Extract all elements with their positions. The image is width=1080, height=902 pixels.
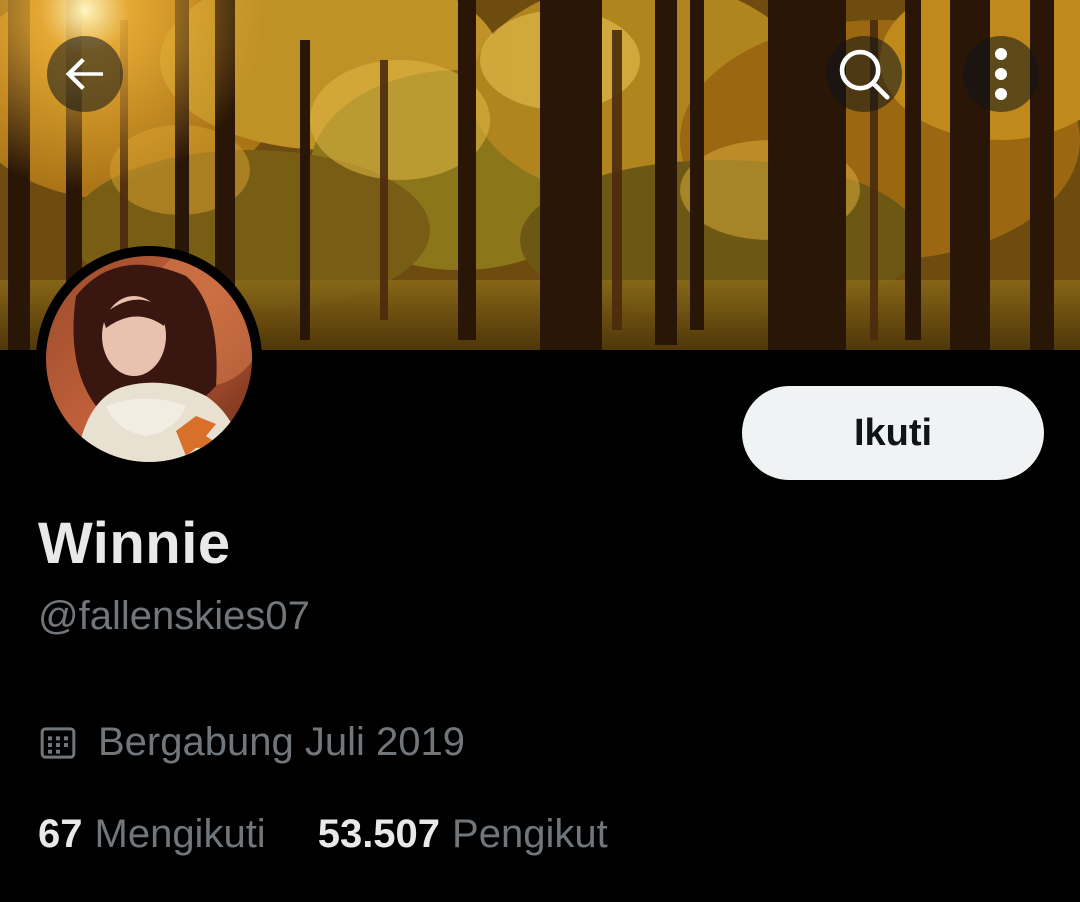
avatar-image [46, 256, 252, 462]
following-count: 67 [38, 812, 83, 856]
avatar[interactable] [36, 246, 262, 472]
more-vertical-icon [995, 48, 1007, 100]
joined-date-text: Bergabung Juli 2019 [98, 720, 465, 764]
following-label: Mengikuti [94, 812, 266, 856]
back-button[interactable] [47, 36, 123, 112]
joined-date: Bergabung Juli 2019 [38, 720, 465, 765]
display-name: Winnie [38, 511, 231, 576]
calendar-icon [40, 726, 76, 759]
follow-button[interactable]: Ikuti [742, 386, 1044, 480]
follow-stats: 67 Mengikuti 53.507 Pengikut [38, 812, 608, 857]
search-icon [839, 49, 890, 100]
username-handle: @fallenskies07 [38, 594, 310, 638]
arrow-left-icon [65, 58, 103, 90]
following-stat[interactable]: 67 Mengikuti [38, 812, 266, 857]
followers-count: 53.507 [317, 812, 441, 856]
followers-stat[interactable]: 53.507 Pengikut [318, 812, 608, 857]
followers-label: Pengikut [452, 812, 608, 856]
more-options-button[interactable] [963, 36, 1039, 112]
search-button[interactable] [826, 36, 902, 112]
